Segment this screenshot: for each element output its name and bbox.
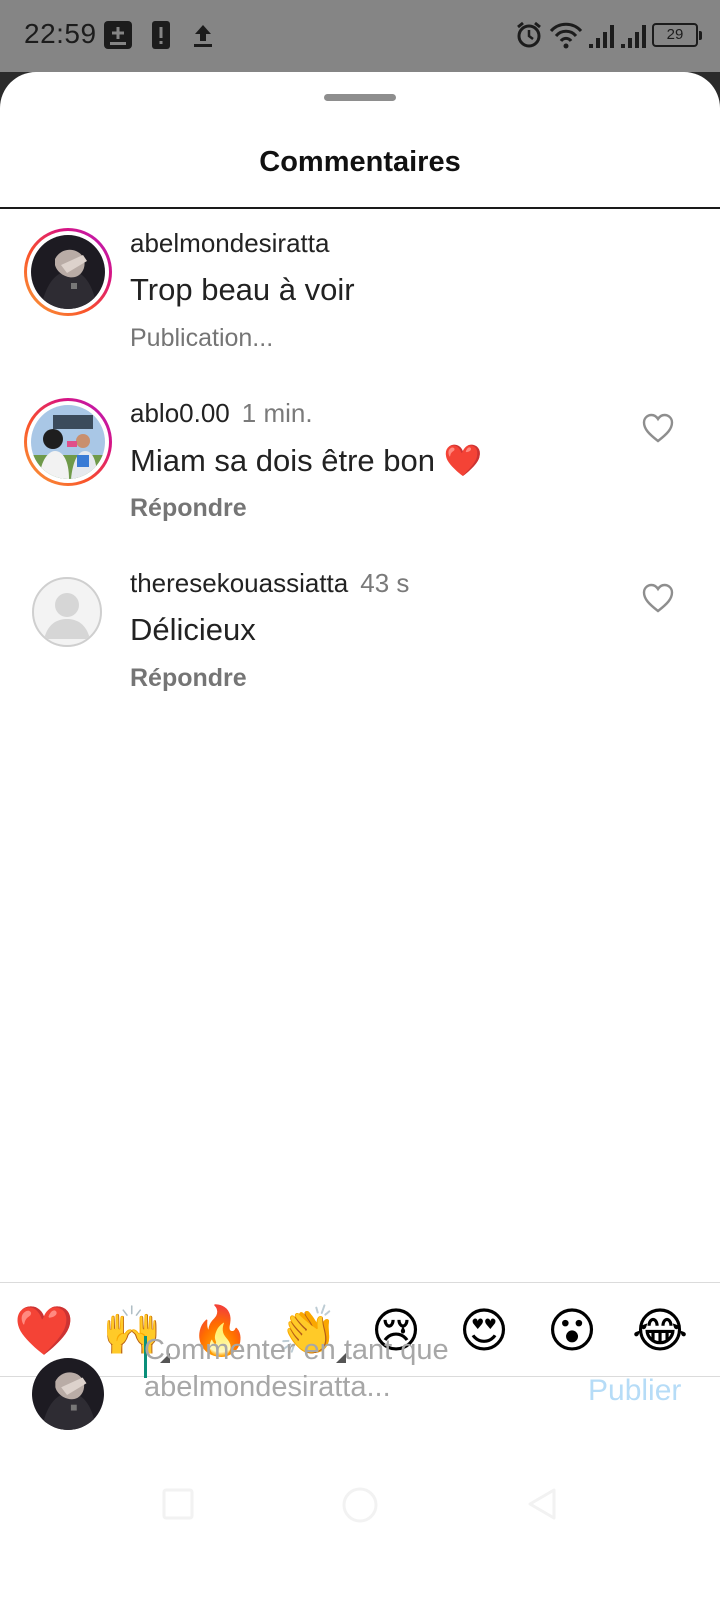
like-heart-icon[interactable] <box>641 582 675 614</box>
comment-username[interactable]: abelmondesiratta <box>130 228 329 259</box>
reply-button[interactable]: Répondre <box>130 664 247 693</box>
home-circle-icon[interactable] <box>341 1486 379 1524</box>
add-box-icon <box>104 21 132 49</box>
system-navigation-bar <box>0 1460 720 1540</box>
alarm-icon <box>517 21 541 48</box>
emoji-heart-button[interactable]: ❤️ <box>12 1303 76 1359</box>
comment-text: Délicieux <box>130 612 256 647</box>
comment-item: abelmondesiratta Trop beau à voir Public… <box>0 228 720 378</box>
reply-button[interactable]: Répondre <box>130 494 247 523</box>
comment-text: Miam sa dois être bon ❤️ <box>130 443 483 478</box>
current-user-avatar <box>32 1358 104 1430</box>
avatar-photo <box>32 1358 104 1430</box>
recents-square-icon[interactable] <box>160 1486 196 1522</box>
comment-timestamp: 43 s <box>360 568 410 598</box>
battery-level: 29 <box>666 26 684 43</box>
comment-text: Trop beau à voir <box>130 272 355 307</box>
avatar[interactable] <box>24 398 112 486</box>
comment-username[interactable]: ablo0.00 1 min. <box>130 398 313 429</box>
comment-username[interactable]: theresekouassiatta 43 s <box>130 568 409 599</box>
avatar[interactable] <box>32 577 102 647</box>
signal-icon <box>621 25 646 48</box>
default-user-icon <box>44 593 90 639</box>
status-icons-right: 29 <box>514 20 702 50</box>
signal-icon <box>589 25 614 48</box>
sheet-drag-handle[interactable] <box>324 94 396 101</box>
publish-button[interactable]: Publier <box>588 1374 681 1408</box>
comment-input[interactable]: Commenter en tant que abelmondesiratta..… <box>144 1332 554 1406</box>
avatar-photo <box>31 235 105 309</box>
comment-item: theresekouassiatta 43 s Délicieux Répondr… <box>0 568 720 718</box>
back-triangle-icon[interactable] <box>524 1486 560 1522</box>
comment-timestamp: 1 min. <box>241 398 313 428</box>
avatar[interactable] <box>24 228 112 316</box>
avatar-photo <box>31 405 105 479</box>
emoji-laughing-button[interactable]: 😂 <box>628 1303 692 1359</box>
battery-icon: 29 <box>652 23 702 47</box>
sim-alert-icon <box>152 21 170 49</box>
comment-item: ablo0.00 1 min. Miam sa dois être bon ❤️ … <box>0 398 720 548</box>
posting-status: Publication... <box>130 324 274 352</box>
status-time: 22:59 <box>24 18 97 49</box>
like-heart-icon[interactable] <box>641 412 675 444</box>
title-divider <box>0 207 720 209</box>
status-bar: 22:59 29 <box>0 0 720 72</box>
upload-icon <box>194 25 212 47</box>
sheet-title: Commentaires <box>259 146 461 178</box>
wifi-icon <box>549 22 583 49</box>
